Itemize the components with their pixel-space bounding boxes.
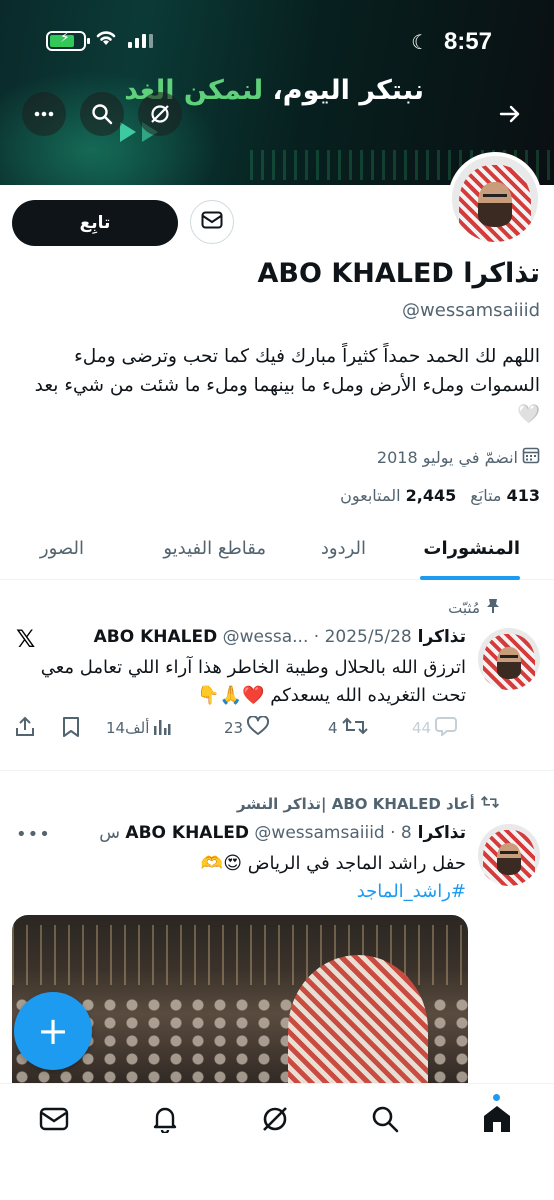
retweet-context-icon: [475, 795, 500, 813]
pinned-label: مُثبّت: [448, 598, 500, 618]
tweet-header: تذاكرا ABO KHALED @wessamsaiiid · 8 س: [99, 823, 466, 843]
user-handle: @wessamsaiiid: [402, 300, 540, 321]
tweet-more-icon[interactable]: •••: [16, 824, 51, 845]
views-icon: [153, 716, 171, 740]
grok-nav-icon[interactable]: [258, 1102, 292, 1136]
retweet-context-text: أعاد ABO KHALED |تذاكر النشر: [236, 795, 475, 813]
tab-replies[interactable]: الردود: [321, 538, 366, 559]
retweet-context: أعاد ABO KHALED |تذاكر النشر: [237, 795, 500, 813]
bookmark-icon[interactable]: [62, 716, 80, 738]
banner-triangle-icon: [120, 122, 136, 142]
profile-tabs: المنشورات الردود مقاطع الفيديو الصور: [0, 522, 554, 580]
tweet-text[interactable]: حفل راشد الماجد في الرياض 😍🫶 #راشد_الماج…: [12, 850, 466, 906]
share-icon[interactable]: [14, 716, 36, 738]
follow-button[interactable]: تابِع: [12, 200, 178, 246]
profile-avatar[interactable]: [448, 152, 542, 246]
profile-bio: اللهم لك الحمد حمداً كثيراً مبارك فيك كم…: [14, 342, 540, 429]
join-date-text: انضمّ في يوليو 2018: [376, 447, 518, 467]
reply-button[interactable]: 44: [412, 716, 458, 740]
active-tab-indicator: [420, 576, 520, 580]
join-date: انضمّ في يوليو 2018: [377, 446, 540, 468]
reply-count: 44: [412, 719, 432, 737]
home-notification-dot: [493, 1094, 500, 1101]
tweet-header: تذاكرا ABO KHALED @wessa... · 2025/5/28: [94, 627, 466, 647]
display-name: تذاكرا ABO KHALED: [257, 258, 540, 289]
following-count: 413: [506, 486, 540, 505]
x-logo-icon: 𝕏: [16, 625, 36, 653]
banner-slogan-white: نبتكر اليوم،: [263, 75, 424, 106]
more-icon[interactable]: [22, 92, 66, 136]
tweet-meta: @wessa... · 2025/5/28: [222, 627, 412, 647]
tab-posts[interactable]: المنشورات: [423, 538, 520, 559]
search-icon[interactable]: [80, 92, 124, 136]
tweet-divider: [0, 770, 554, 771]
battery-icon: ⚡: [46, 30, 90, 51]
back-arrow-icon[interactable]: [488, 92, 532, 136]
home-icon[interactable]: [480, 1102, 514, 1136]
search-nav-icon[interactable]: [368, 1102, 402, 1136]
mail-icon: [201, 211, 223, 233]
pin-icon: [486, 598, 500, 618]
tweet-text[interactable]: اترزق الله بالحلال وطيبة الخاطر هذا آراء…: [12, 654, 466, 710]
following-link[interactable]: 413 متابَع: [470, 486, 540, 505]
calendar-icon: [522, 446, 540, 468]
grok-icon[interactable]: [138, 92, 182, 136]
bio-text: اللهم لك الحمد حمداً كثيراً مبارك فيك كم…: [34, 346, 540, 396]
notifications-icon[interactable]: [148, 1102, 182, 1136]
bio-emoji: 🤍: [516, 404, 540, 425]
moon-icon: ☾: [411, 30, 429, 54]
status-time: 8:57: [443, 28, 492, 55]
signal-icon: [128, 34, 153, 48]
wifi-icon: [94, 27, 118, 53]
tweet-avatar[interactable]: [478, 824, 540, 886]
message-button[interactable]: [190, 200, 234, 244]
hashtag-link[interactable]: #راشد_الماجد: [12, 878, 466, 906]
followers-link[interactable]: 2,445 المتابعون: [340, 486, 456, 505]
compose-button[interactable]: +: [14, 992, 92, 1070]
like-count: 23: [224, 719, 244, 737]
status-bar: ⚡ ☾ 8:57: [0, 26, 554, 56]
pinned-text: مُثبّت: [448, 599, 480, 617]
followers-count: 2,445: [405, 486, 457, 505]
tab-photos[interactable]: الصور: [40, 538, 84, 559]
retweet-count: 4: [328, 719, 338, 737]
views-count: 14ألف: [106, 719, 150, 737]
like-button[interactable]: 23: [224, 715, 270, 740]
tweet-actions: 14ألف 23 4 44: [14, 715, 468, 746]
follow-stats: 413 متابَع 2,445 المتابعون: [340, 486, 540, 505]
views-button[interactable]: 14ألف: [106, 716, 171, 740]
following-label: متابَع: [470, 486, 502, 505]
tab-videos[interactable]: مقاطع الفيديو: [163, 538, 266, 559]
tweet-avatar[interactable]: [478, 628, 540, 690]
tweet-text-line: حفل راشد الماجد في الرياض 😍🫶: [200, 853, 466, 874]
retweet-icon: [341, 716, 368, 740]
like-icon: [247, 715, 270, 740]
bottom-navigation: [0, 1083, 554, 1200]
followers-label: المتابعون: [340, 486, 401, 505]
reply-icon: [435, 716, 458, 740]
messages-icon[interactable]: [37, 1102, 71, 1136]
retweet-button[interactable]: 4: [328, 716, 368, 740]
